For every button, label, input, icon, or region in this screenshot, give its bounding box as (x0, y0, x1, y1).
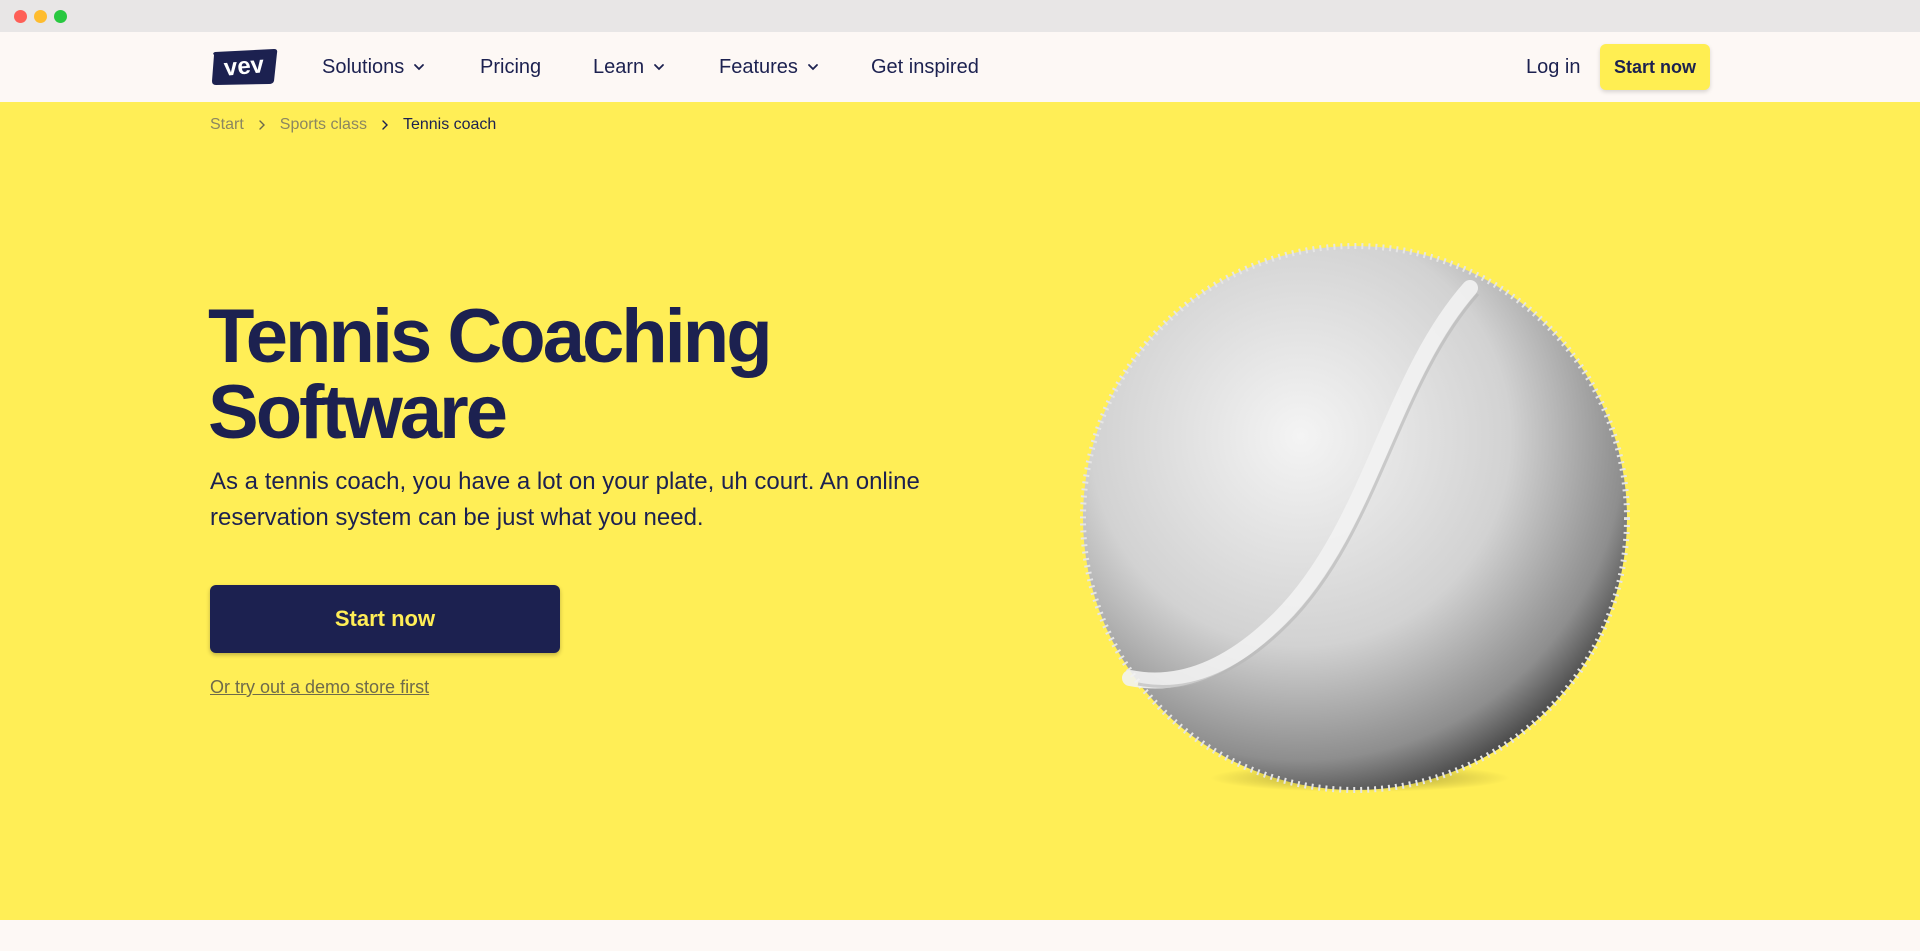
nav-learn-label: Learn (593, 56, 645, 78)
breadcrumb-start[interactable]: Start (210, 116, 244, 134)
breadcrumb-current: Tennis coach (402, 116, 497, 133)
next-section-edge (0, 920, 1920, 951)
nav-solutions-label: Solutions (322, 56, 405, 78)
chevron-right-icon (259, 120, 265, 130)
hero-section: Start Sports class Tennis coach Tennis C… (0, 102, 1920, 920)
hero-start-now-button[interactable]: Start now (210, 585, 560, 653)
nav-start-now-button[interactable]: Start now (1600, 44, 1710, 90)
tennis-ball-image (1080, 243, 1630, 793)
browser-titlebar (0, 0, 1920, 32)
login-link[interactable]: Log in (1526, 32, 1581, 102)
page-title: Tennis Coaching Software (208, 294, 773, 455)
minimize-window-button[interactable] (34, 10, 47, 23)
nav-features[interactable]: Features (719, 32, 820, 102)
nav-learn[interactable]: Learn (593, 32, 666, 102)
vev-logo[interactable]: vev (210, 49, 278, 85)
chevron-right-icon (382, 120, 388, 130)
breadcrumb-sports-class[interactable]: Sports class (280, 116, 367, 134)
hero-subtitle: As a tennis coach, you have a lot on you… (210, 468, 920, 531)
demo-store-link[interactable]: Or try out a demo store first (210, 677, 429, 698)
nav-pricing-label: Pricing (480, 56, 542, 78)
nav-get-inspired-label: Get inspired (871, 56, 979, 78)
svg-text:vev: vev (223, 51, 266, 81)
nav-pricing[interactable]: Pricing (480, 32, 541, 102)
nav-features-label: Features (719, 56, 798, 78)
nav-get-inspired[interactable]: Get inspired (871, 32, 979, 102)
breadcrumb: Start Sports class Tennis coach (210, 116, 496, 134)
chevron-down-icon (808, 64, 818, 71)
close-window-button[interactable] (14, 10, 27, 23)
chevron-down-icon (654, 64, 665, 71)
top-navigation: vev Solutions Pricing Learn Features Get… (0, 32, 1920, 102)
maximize-window-button[interactable] (54, 10, 67, 23)
nav-solutions[interactable]: Solutions (322, 32, 426, 102)
chevron-down-icon (414, 64, 425, 71)
